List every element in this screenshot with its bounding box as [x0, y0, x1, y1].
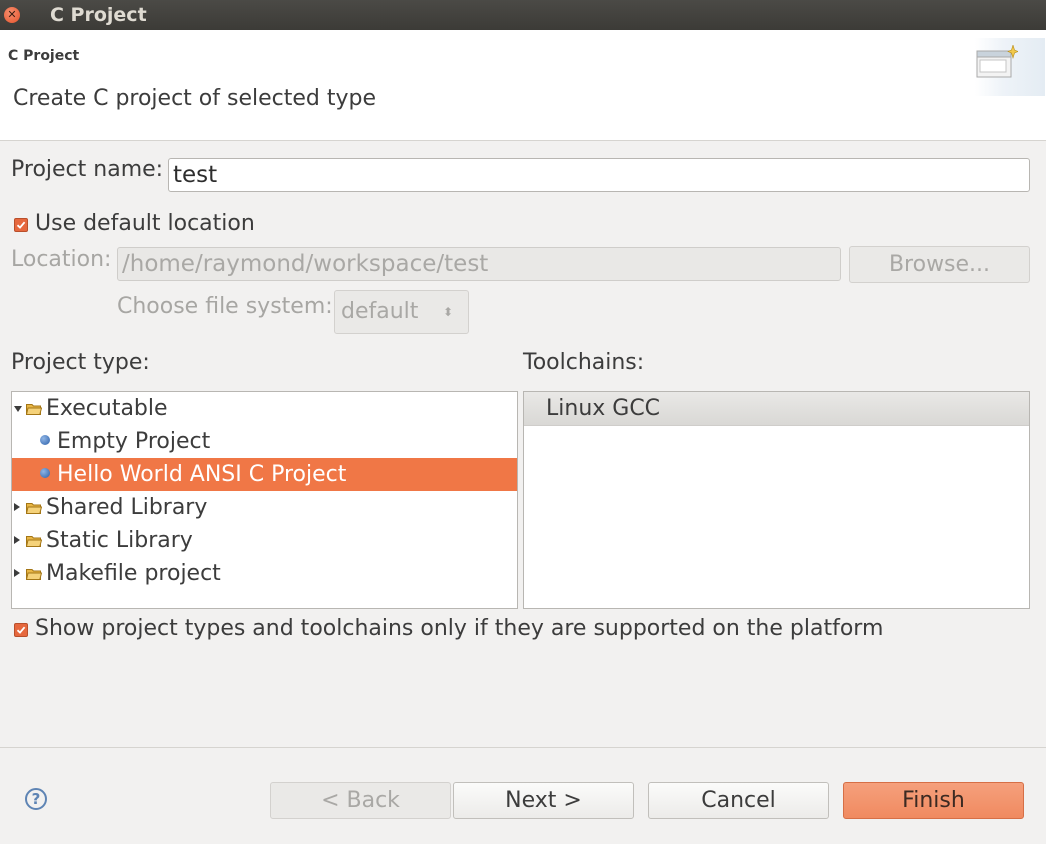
browse-button[interactable]: Browse... — [849, 246, 1030, 283]
project-template-icon — [40, 435, 50, 445]
expand-arrow-icon[interactable] — [14, 536, 20, 544]
expand-arrow-icon[interactable] — [14, 569, 20, 577]
back-button[interactable]: < Back — [270, 782, 451, 819]
tree-item-static-library[interactable]: Static Library — [12, 524, 517, 557]
next-button[interactable]: Next > — [453, 782, 634, 819]
use-default-location-checkbox[interactable] — [14, 218, 28, 232]
folder-icon — [26, 569, 42, 580]
finish-button[interactable]: Finish — [843, 782, 1024, 819]
wizard-title: C Project — [8, 48, 80, 64]
window-title: C Project — [50, 4, 147, 26]
tree-item-label: Empty Project — [57, 429, 211, 454]
folder-icon — [26, 503, 42, 514]
tree-item-label: Static Library — [46, 528, 193, 553]
project-name-input[interactable]: test — [168, 158, 1030, 192]
file-system-value: default — [341, 299, 419, 324]
tree-item-label: Executable — [46, 396, 168, 421]
project-template-icon — [40, 468, 50, 478]
select-arrows-icon: ⬍ — [443, 305, 454, 319]
close-icon[interactable]: ✕ — [4, 7, 20, 23]
tree-item-shared-library[interactable]: Shared Library — [12, 491, 517, 524]
show-supported-checkbox[interactable] — [14, 623, 28, 637]
project-name-label: Project name: — [11, 157, 164, 182]
tree-item-executable[interactable]: Executable — [12, 392, 517, 425]
toolchain-item-linux-gcc[interactable]: Linux GCC — [524, 392, 1029, 426]
toolchain-label: Linux GCC — [546, 396, 661, 421]
tree-item-label: Makefile project — [46, 561, 221, 586]
wizard-description: Create C project of selected type — [13, 86, 376, 111]
new-project-wizard-icon — [976, 43, 1019, 81]
tree-item-label: Hello World ANSI C Project — [57, 462, 347, 487]
help-icon[interactable]: ? — [25, 788, 47, 810]
file-system-label: Choose file system: — [117, 294, 333, 319]
title-bar — [0, 0, 1046, 31]
folder-icon — [26, 536, 42, 547]
toolchains-label: Toolchains: — [523, 350, 645, 375]
tree-item-hello-world[interactable]: Hello World ANSI C Project — [12, 458, 517, 491]
toolchains-list[interactable]: Linux GCC — [523, 391, 1030, 609]
tree-item-makefile-project[interactable]: Makefile project — [12, 557, 517, 590]
location-input[interactable]: /home/raymond/workspace/test — [117, 247, 841, 281]
project-type-label: Project type: — [11, 350, 150, 375]
location-label: Location: — [11, 247, 112, 272]
tree-item-label: Shared Library — [46, 495, 208, 520]
use-default-location-label: Use default location — [35, 211, 255, 236]
show-supported-label: Show project types and toolchains only i… — [35, 616, 884, 641]
cancel-button[interactable]: Cancel — [648, 782, 829, 819]
project-type-tree[interactable]: Executable Empty Project Hello World ANS… — [11, 391, 518, 609]
folder-open-icon — [26, 404, 42, 415]
expand-arrow-icon[interactable] — [14, 503, 20, 511]
file-system-select[interactable]: default ⬍ — [334, 290, 469, 334]
tree-item-empty-project[interactable]: Empty Project — [12, 425, 517, 458]
button-bar-separator — [0, 747, 1046, 748]
expand-arrow-icon[interactable] — [14, 406, 22, 412]
